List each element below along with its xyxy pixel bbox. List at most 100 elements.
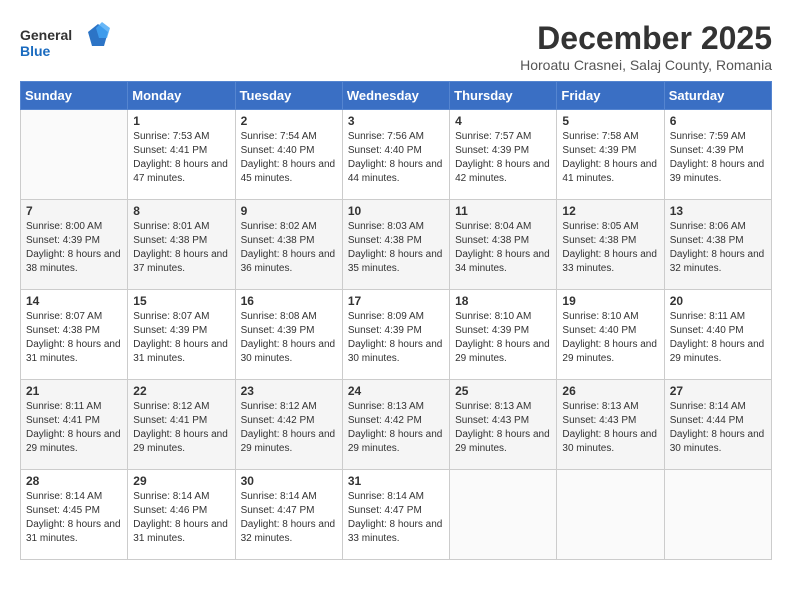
day-info: Sunrise: 8:14 AMSunset: 4:47 PMDaylight:… <box>241 490 337 546</box>
day-number: 26 <box>562 384 658 398</box>
day-info: Sunrise: 8:13 AMSunset: 4:43 PMDaylight:… <box>455 400 551 456</box>
day-number: 13 <box>670 204 766 218</box>
calendar-cell: 1 Sunrise: 7:53 AMSunset: 4:41 PMDaylight… <box>128 110 235 200</box>
day-info: Sunrise: 7:56 AMSunset: 4:40 PMDaylight:… <box>348 130 444 186</box>
day-number: 17 <box>348 294 444 308</box>
calendar-cell: 5Sunrise: 7:58 AMSunset: 4:39 PMDaylight… <box>557 110 664 200</box>
calendar-subtitle: Horoatu Crasnei, Salaj County, Romania <box>520 57 772 73</box>
calendar-header-row: Sunday Monday Tuesday Wednesday Thursday… <box>21 82 772 110</box>
day-number: 1 <box>133 114 229 128</box>
calendar-cell: 24 Sunrise: 8:13 AMSunset: 4:42 PMDayligh… <box>342 380 449 470</box>
day-number: 19 <box>562 294 658 308</box>
day-info: Sunrise: 8:09 AMSunset: 4:39 PMDaylight:… <box>348 310 444 366</box>
day-info: Sunrise: 8:07 AMSunset: 4:39 PMDaylight:… <box>133 310 229 366</box>
day-info: Sunrise: 8:14 AMSunset: 4:47 PMDaylight:… <box>348 490 444 546</box>
calendar-week-row: 21 Sunrise: 8:11 AMSunset: 4:41 PMDayligh… <box>21 380 772 470</box>
day-info: Sunrise: 8:10 AMSunset: 4:40 PMDaylight:… <box>562 310 658 366</box>
calendar-cell: 13 Sunrise: 8:06 AMSunset: 4:38 PMDayligh… <box>664 200 771 290</box>
day-number: 15 <box>133 294 229 308</box>
calendar-cell: 8 Sunrise: 8:01 AMSunset: 4:38 PMDaylight… <box>128 200 235 290</box>
logo: General Blue <box>20 20 110 70</box>
day-number: 10 <box>348 204 444 218</box>
day-info: Sunrise: 8:13 AMSunset: 4:43 PMDaylight:… <box>562 400 658 456</box>
day-number: 16 <box>241 294 337 308</box>
day-info: Sunrise: 8:07 AMSunset: 4:38 PMDaylight:… <box>26 310 122 366</box>
calendar-cell: 20 Sunrise: 8:11 AMSunset: 4:40 PMDayligh… <box>664 290 771 380</box>
calendar-cell: 3 Sunrise: 7:56 AMSunset: 4:40 PMDaylight… <box>342 110 449 200</box>
day-info: Sunrise: 8:14 AMSunset: 4:44 PMDaylight:… <box>670 400 766 456</box>
calendar-title: December 2025 <box>520 20 772 57</box>
day-number: 14 <box>26 294 122 308</box>
day-number: 8 <box>133 204 229 218</box>
day-number: 31 <box>348 474 444 488</box>
calendar-week-row: 14 Sunrise: 8:07 AMSunset: 4:38 PMDayligh… <box>21 290 772 380</box>
day-info: Sunrise: 8:00 AMSunset: 4:39 PMDaylight:… <box>26 220 122 276</box>
calendar-cell: 26 Sunrise: 8:13 AMSunset: 4:43 PMDayligh… <box>557 380 664 470</box>
col-saturday: Saturday <box>664 82 771 110</box>
day-info: Sunrise: 8:10 AMSunset: 4:39 PMDaylight:… <box>455 310 551 366</box>
calendar-cell: 2Sunrise: 7:54 AMSunset: 4:40 PMDaylight… <box>235 110 342 200</box>
calendar-cell <box>664 470 771 560</box>
svg-text:Blue: Blue <box>20 43 51 59</box>
calendar-cell <box>450 470 557 560</box>
calendar-cell: 29 Sunrise: 8:14 AMSunset: 4:46 PMDayligh… <box>128 470 235 560</box>
calendar-cell: 18 Sunrise: 8:10 AMSunset: 4:39 PMDayligh… <box>450 290 557 380</box>
calendar-cell: 23Sunrise: 8:12 AMSunset: 4:42 PMDayligh… <box>235 380 342 470</box>
day-number: 9 <box>241 204 337 218</box>
day-info: Sunrise: 8:13 AMSunset: 4:42 PMDaylight:… <box>348 400 444 456</box>
calendar-cell: 21 Sunrise: 8:11 AMSunset: 4:41 PMDayligh… <box>21 380 128 470</box>
calendar-cell: 10 Sunrise: 8:03 AMSunset: 4:38 PMDayligh… <box>342 200 449 290</box>
calendar-cell: 19 Sunrise: 8:10 AMSunset: 4:40 PMDayligh… <box>557 290 664 380</box>
day-info: Sunrise: 8:14 AMSunset: 4:46 PMDaylight:… <box>133 490 229 546</box>
day-number: 24 <box>348 384 444 398</box>
day-number: 21 <box>26 384 122 398</box>
calendar-cell: 7 Sunrise: 8:00 AMSunset: 4:39 PMDaylight… <box>21 200 128 290</box>
calendar-cell: 22Sunrise: 8:12 AMSunset: 4:41 PMDayligh… <box>128 380 235 470</box>
day-number: 30 <box>241 474 337 488</box>
day-info: Sunrise: 8:06 AMSunset: 4:38 PMDaylight:… <box>670 220 766 276</box>
day-number: 11 <box>455 204 551 218</box>
title-section: December 2025 Horoatu Crasnei, Salaj Cou… <box>520 20 772 73</box>
day-number: 27 <box>670 384 766 398</box>
day-info: Sunrise: 8:03 AMSunset: 4:38 PMDaylight:… <box>348 220 444 276</box>
calendar-cell: 4Sunrise: 7:57 AMSunset: 4:39 PMDaylight… <box>450 110 557 200</box>
calendar-cell: 12Sunrise: 8:05 AMSunset: 4:38 PMDayligh… <box>557 200 664 290</box>
day-info: Sunrise: 8:11 AMSunset: 4:41 PMDaylight:… <box>26 400 122 456</box>
day-number: 6 <box>670 114 766 128</box>
calendar-week-row: 28 Sunrise: 8:14 AMSunset: 4:45 PMDayligh… <box>21 470 772 560</box>
logo-svg: General Blue <box>20 20 110 70</box>
calendar-cell: 15 Sunrise: 8:07 AMSunset: 4:39 PMDayligh… <box>128 290 235 380</box>
page-header: General Blue December 2025 Horoatu Crasn… <box>20 20 772 73</box>
day-info: Sunrise: 7:57 AMSunset: 4:39 PMDaylight:… <box>455 130 551 186</box>
day-info: Sunrise: 7:53 AMSunset: 4:41 PMDaylight:… <box>133 130 229 186</box>
calendar-cell <box>21 110 128 200</box>
calendar-cell: 28 Sunrise: 8:14 AMSunset: 4:45 PMDayligh… <box>21 470 128 560</box>
col-monday: Monday <box>128 82 235 110</box>
calendar-week-row: 7 Sunrise: 8:00 AMSunset: 4:39 PMDaylight… <box>21 200 772 290</box>
svg-text:General: General <box>20 27 72 43</box>
day-info: Sunrise: 8:02 AMSunset: 4:38 PMDaylight:… <box>241 220 337 276</box>
day-number: 18 <box>455 294 551 308</box>
day-info: Sunrise: 7:58 AMSunset: 4:39 PMDaylight:… <box>562 130 658 186</box>
day-number: 29 <box>133 474 229 488</box>
day-info: Sunrise: 8:08 AMSunset: 4:39 PMDaylight:… <box>241 310 337 366</box>
calendar-cell: 30 Sunrise: 8:14 AMSunset: 4:47 PMDayligh… <box>235 470 342 560</box>
day-info: Sunrise: 8:11 AMSunset: 4:40 PMDaylight:… <box>670 310 766 366</box>
day-number: 25 <box>455 384 551 398</box>
day-number: 3 <box>348 114 444 128</box>
day-info: Sunrise: 8:01 AMSunset: 4:38 PMDaylight:… <box>133 220 229 276</box>
day-number: 20 <box>670 294 766 308</box>
calendar-table: Sunday Monday Tuesday Wednesday Thursday… <box>20 81 772 560</box>
day-info: Sunrise: 8:12 AMSunset: 4:41 PMDaylight:… <box>133 400 229 456</box>
day-info: Sunrise: 8:14 AMSunset: 4:45 PMDaylight:… <box>26 490 122 546</box>
day-info: Sunrise: 7:54 AMSunset: 4:40 PMDaylight:… <box>241 130 337 186</box>
calendar-cell: 31 Sunrise: 8:14 AMSunset: 4:47 PMDayligh… <box>342 470 449 560</box>
day-number: 7 <box>26 204 122 218</box>
col-sunday: Sunday <box>21 82 128 110</box>
col-thursday: Thursday <box>450 82 557 110</box>
calendar-cell: 25 Sunrise: 8:13 AMSunset: 4:43 PMDayligh… <box>450 380 557 470</box>
calendar-cell: 27 Sunrise: 8:14 AMSunset: 4:44 PMDayligh… <box>664 380 771 470</box>
day-number: 23 <box>241 384 337 398</box>
day-number: 28 <box>26 474 122 488</box>
calendar-cell: 17 Sunrise: 8:09 AMSunset: 4:39 PMDayligh… <box>342 290 449 380</box>
